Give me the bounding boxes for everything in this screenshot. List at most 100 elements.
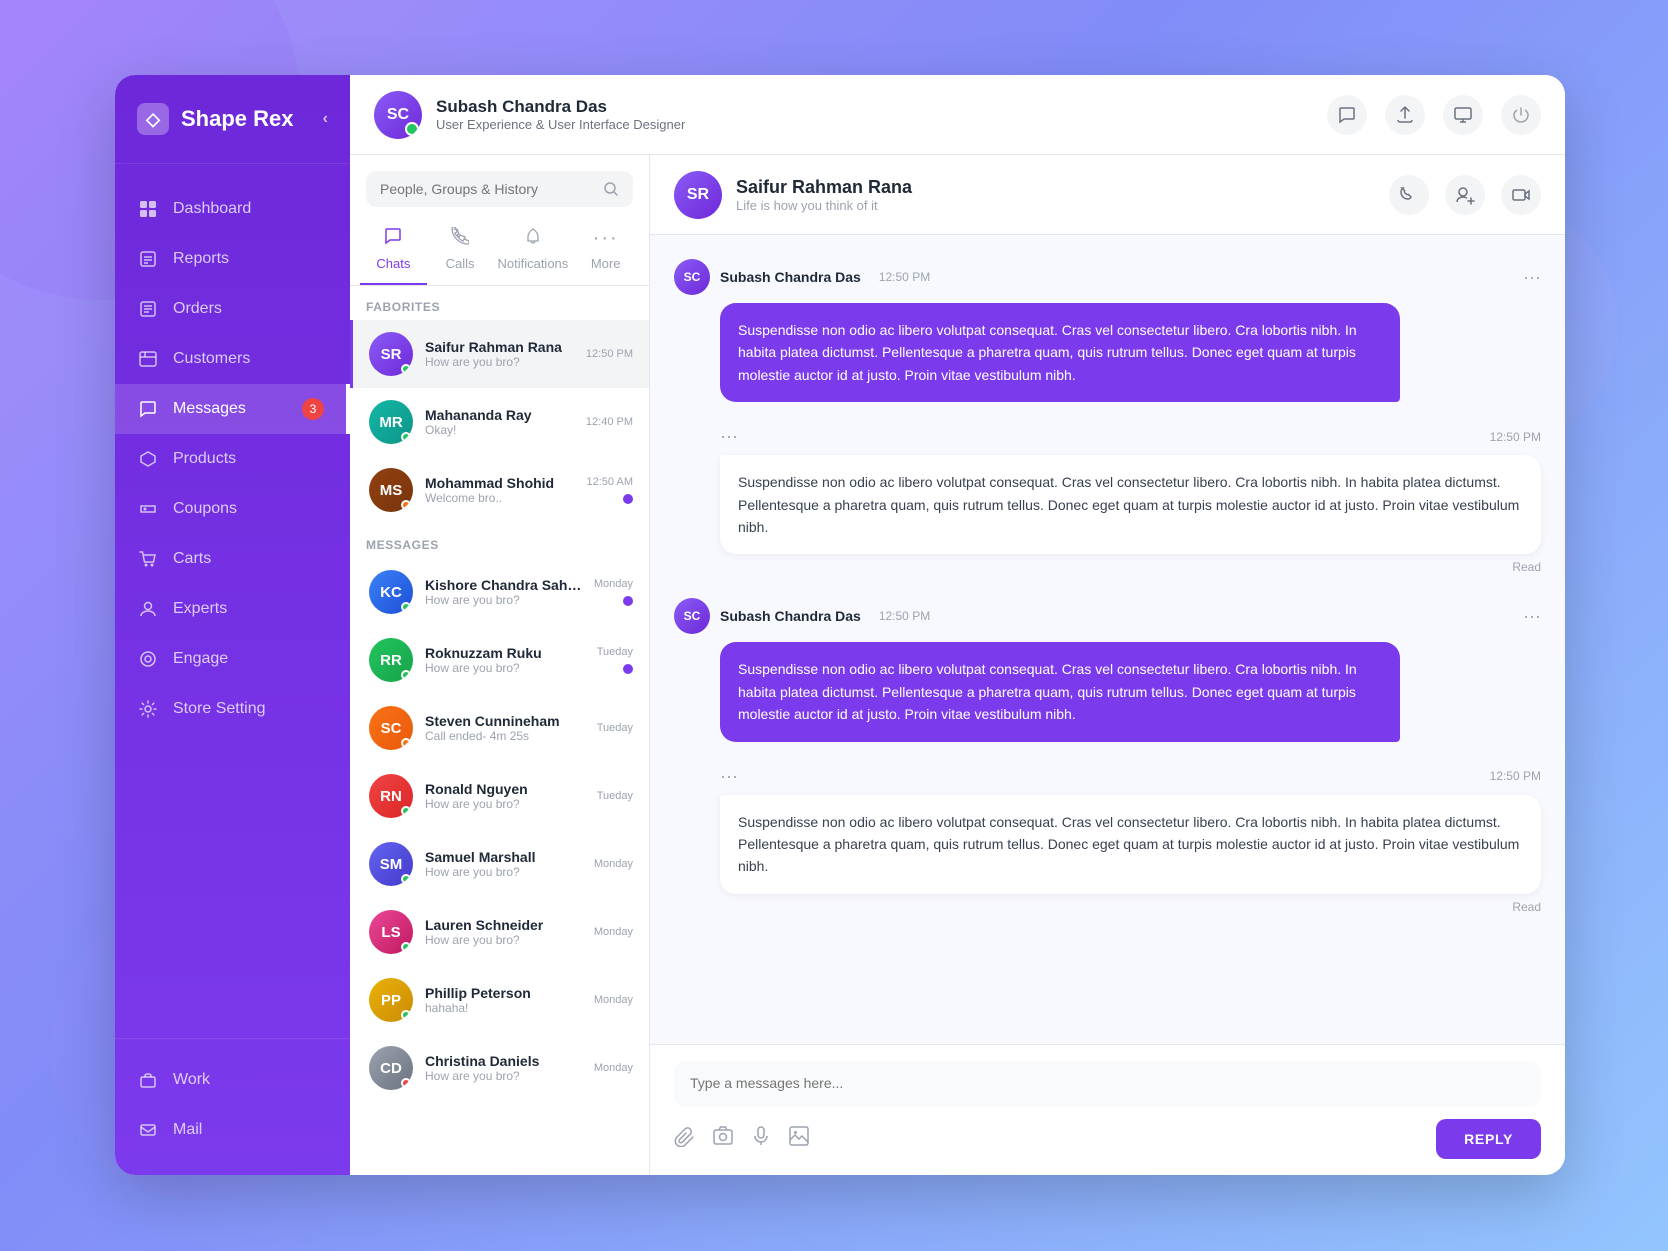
bubble-dots: ··· (720, 766, 738, 787)
chat-name: Saifur Rahman Rana (425, 339, 574, 355)
message-sender-row: SC Subash Chandra Das 12:50 PM ··· (674, 259, 1541, 295)
app-container: ◇ Shape Rex ‹ Dashboard (115, 75, 1565, 1175)
sidebar-item-store-setting[interactable]: Store Setting (115, 684, 350, 734)
chat-header-status: Life is how you think of it (736, 198, 1375, 213)
chat-header: SR Saifur Rahman Rana Life is how you th… (650, 155, 1565, 235)
camera-icon[interactable] (712, 1125, 734, 1153)
sidebar-item-label: Reports (173, 250, 229, 268)
msg-menu-btn[interactable]: ··· (1523, 606, 1541, 627)
bubble-received-time-row: ··· 12:50 PM (720, 426, 1541, 447)
avatar: RN (369, 774, 413, 818)
online-dot (401, 1078, 411, 1088)
message-input[interactable] (690, 1075, 1525, 1091)
message-group: ··· 12:50 PM Suspendisse non odio ac lib… (674, 426, 1541, 574)
message-group: ··· 12:50 PM Suspendisse non odio ac lib… (674, 766, 1541, 914)
video-call-btn[interactable] (1501, 175, 1541, 215)
list-item[interactable]: SM Samuel Marshall How are you bro? Mond… (350, 830, 649, 898)
avatar: SR (369, 332, 413, 376)
topbar: SC Subash Chandra Das User Experience & … (350, 75, 1565, 155)
tab-calls[interactable]: Calls (427, 219, 494, 285)
sidebar-item-reports[interactable]: Reports (115, 234, 350, 284)
sidebar-item-messages[interactable]: Messages 3 (115, 384, 350, 434)
image-icon[interactable] (788, 1125, 810, 1153)
bubble-time: 12:50 PM (1490, 769, 1541, 783)
sidebar-logo: ◇ Shape Rex ‹ (115, 75, 350, 164)
attach-icon[interactable] (674, 1125, 696, 1153)
sidebar-item-coupons[interactable]: Coupons (115, 484, 350, 534)
list-item[interactable]: KC Kishore Chandra Sahoo How are you bro… (350, 558, 649, 626)
sidebar-item-orders[interactable]: Orders (115, 284, 350, 334)
reply-button[interactable]: REPLY (1436, 1119, 1541, 1159)
tab-chats[interactable]: Chats (360, 219, 427, 285)
sidebar-item-label: Carts (173, 550, 211, 568)
list-item[interactable]: LS Lauren Schneider How are you bro? Mon… (350, 898, 649, 966)
chat-time: 12:50 AM (587, 476, 633, 488)
chat-search-input[interactable] (380, 181, 593, 197)
sidebar-item-dashboard[interactable]: Dashboard (115, 184, 350, 234)
sidebar-item-label: Work (173, 1071, 210, 1089)
list-item[interactable]: SC Steven Cunnineham Call ended- 4m 25s … (350, 694, 649, 762)
sidebar-item-work[interactable]: Work (115, 1055, 350, 1105)
voice-call-btn[interactable] (1389, 175, 1429, 215)
bubble-received: Suspendisse non odio ac libero volutpat … (720, 795, 1541, 894)
chat-name: Steven Cunnineham (425, 713, 585, 729)
msg-sender-name: Subash Chandra Das (720, 608, 861, 624)
avatar: KC (369, 570, 413, 614)
sidebar-bottom: Work Mail (115, 1038, 350, 1175)
topbar-upload-btn[interactable] (1385, 95, 1425, 135)
topbar-power-btn[interactable] (1501, 95, 1541, 135)
online-dot (401, 670, 411, 680)
list-item[interactable]: RR Roknuzzam Ruku How are you bro? Tueda… (350, 626, 649, 694)
tab-more[interactable]: ··· More (572, 219, 639, 285)
msg-avatar: SC (674, 598, 710, 634)
chat-meta: 12:40 PM (586, 416, 633, 428)
chat-time: Monday (594, 994, 633, 1006)
tab-chats-label: Chats (376, 256, 410, 271)
chats-tab-icon (384, 227, 402, 250)
unread-dot (623, 664, 633, 674)
topbar-monitor-btn[interactable] (1443, 95, 1483, 135)
topbar-chat-btn[interactable] (1327, 95, 1367, 135)
list-item[interactable]: PP Phillip Peterson hahaha! Monday (350, 966, 649, 1034)
sidebar-item-experts[interactable]: Experts (115, 584, 350, 634)
sidebar-collapse-btn[interactable]: ‹ (323, 110, 328, 128)
sidebar-item-customers[interactable]: Customers (115, 334, 350, 384)
sidebar-item-products[interactable]: Products (115, 434, 350, 484)
mic-icon[interactable] (750, 1125, 772, 1153)
avatar: PP (369, 978, 413, 1022)
sidebar-item-carts[interactable]: Carts (115, 534, 350, 584)
message-sender-row: SC Subash Chandra Das 12:50 PM ··· (674, 598, 1541, 634)
experts-icon (137, 598, 159, 620)
chat-name: Mahananda Ray (425, 407, 574, 423)
chat-header-actions (1389, 175, 1541, 215)
work-icon (137, 1069, 159, 1091)
msg-menu-btn[interactable]: ··· (1523, 267, 1541, 288)
chat-meta: Monday (594, 926, 633, 938)
list-item[interactable]: SR Saifur Rahman Rana How are you bro? 1… (350, 320, 649, 388)
chat-search (350, 155, 649, 207)
sidebar-item-engage[interactable]: Engage (115, 634, 350, 684)
tab-notifications[interactable]: Notifications (493, 219, 572, 285)
bubble-sent: Suspendisse non odio ac libero volutpat … (720, 642, 1400, 741)
sidebar-item-label: Experts (173, 600, 227, 618)
topbar-user-info: Subash Chandra Das User Experience & Use… (436, 97, 685, 132)
chat-preview: Welcome bro.. (425, 491, 575, 505)
chat-search-wrap[interactable] (366, 171, 633, 207)
chat-input-box[interactable] (674, 1061, 1541, 1107)
sidebar-item-mail[interactable]: Mail (115, 1105, 350, 1155)
add-user-btn[interactable] (1445, 175, 1485, 215)
list-item[interactable]: CD Christina Daniels How are you bro? Mo… (350, 1034, 649, 1102)
chat-name: Phillip Peterson (425, 985, 582, 1001)
bubble-dots: ··· (720, 426, 738, 447)
main-content: SC Subash Chandra Das User Experience & … (350, 75, 1565, 1175)
chat-name: Roknuzzam Ruku (425, 645, 585, 661)
unread-dot (623, 494, 633, 504)
list-item[interactable]: MR Mahananda Ray Okay! 12:40 PM (350, 388, 649, 456)
list-item[interactable]: MS Mohammad Shohid Welcome bro.. 12:50 A… (350, 456, 649, 524)
chat-preview: How are you bro? (425, 1069, 582, 1083)
chat-meta: Monday (594, 578, 633, 606)
chat-view: SR Saifur Rahman Rana Life is how you th… (650, 155, 1565, 1175)
chat-info: Roknuzzam Ruku How are you bro? (425, 645, 585, 675)
list-item[interactable]: RN Ronald Nguyen How are you bro? Tueday (350, 762, 649, 830)
bubble-time: 12:50 PM (1490, 430, 1541, 444)
